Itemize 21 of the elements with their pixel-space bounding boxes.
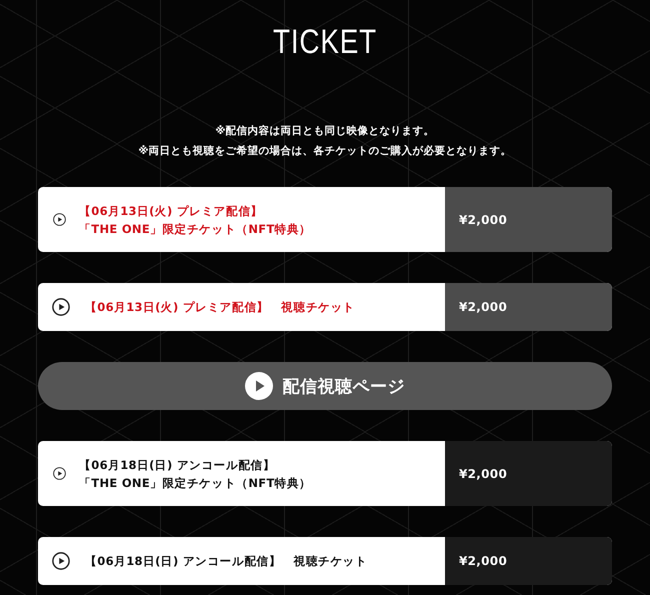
play-icon — [53, 213, 66, 226]
ticket-title: 【06月13日(火) プレミア配信】 視聴チケット — [85, 299, 356, 316]
ticket-card[interactable]: 【06月18日(日) アンコール配信】 「THE ONE」限定チケット（NFT特典） ¥2,000 — [38, 441, 612, 506]
ticket-title: 【06月18日(日) アンコール配信】 「THE ONE」限定チケット（NFT特典） — [79, 456, 312, 492]
ticket-price: ¥2,000 — [445, 441, 612, 506]
play-icon — [52, 298, 70, 316]
ticket-card[interactable]: 【06月18日(日) アンコール配信】 視聴チケット ¥2,000 — [38, 537, 612, 585]
play-icon — [245, 372, 274, 400]
ticket-price: ¥2,000 — [445, 187, 612, 252]
notice-text: ※両日とも視聴をご希望の場合は、各チケットのご購入が必要となります。 — [138, 144, 512, 159]
watch-page-button[interactable]: 配信視聴ページ — [38, 362, 612, 410]
ticket-title: 【06月18日(日) アンコール配信】 視聴チケット — [85, 553, 368, 570]
ticket-card[interactable]: 【06月13日(火) プレミア配信】 視聴チケット ¥2,000 — [38, 283, 612, 331]
ticket-price: ¥2,000 — [445, 283, 612, 331]
ticket-price: ¥2,000 — [445, 537, 612, 585]
play-icon — [52, 552, 70, 570]
notice-text: ※配信内容は両日とも同じ映像となります。 — [215, 124, 435, 139]
ticket-title: 【06月13日(火) プレミア配信】 「THE ONE」限定チケット（NFT特典） — [79, 202, 312, 238]
ticket-card[interactable]: 【06月13日(火) プレミア配信】 「THE ONE」限定チケット（NFT特典） ¥2,000 — [38, 187, 612, 252]
page-title: TICKET — [272, 22, 378, 63]
play-icon — [53, 467, 66, 480]
